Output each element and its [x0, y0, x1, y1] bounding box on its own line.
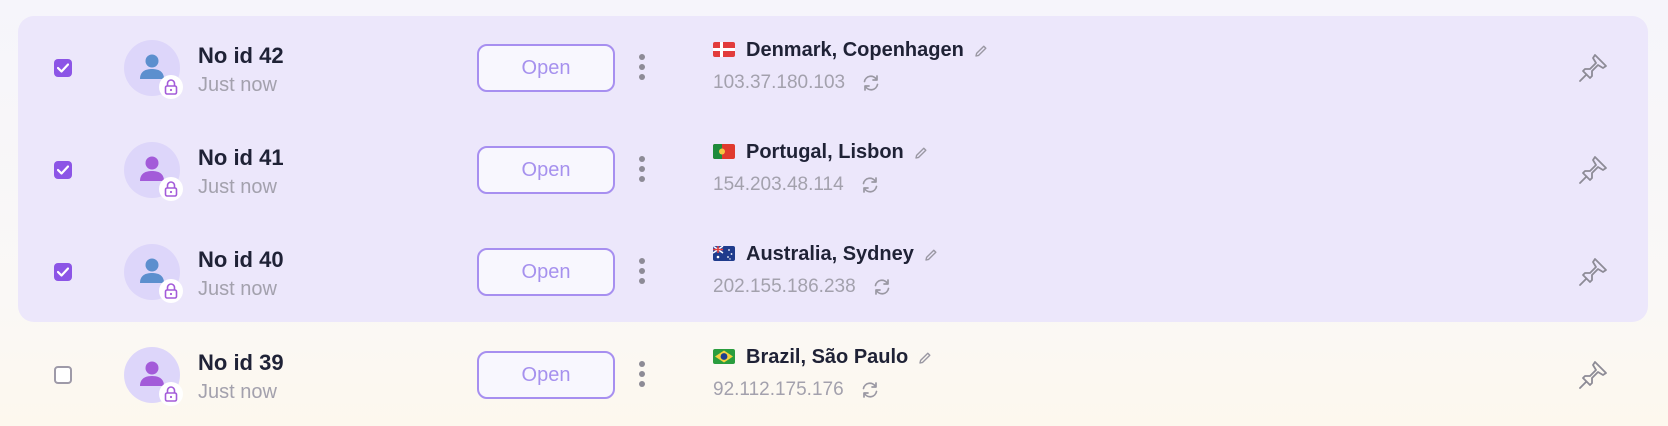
location-text: Portugal, Lisbon: [746, 141, 904, 163]
profile-last-active: Just now: [198, 381, 277, 403]
pin-icon[interactable]: [1576, 358, 1610, 392]
location-label: Brazil, São Paulo: [746, 346, 932, 369]
portugal-flag-icon: [713, 144, 735, 159]
profile-last-active: Just now: [198, 278, 277, 300]
pin-icon[interactable]: [1576, 153, 1610, 187]
more-options-icon[interactable]: [634, 255, 650, 289]
avatar: [124, 244, 183, 303]
edit-icon[interactable]: [924, 248, 938, 262]
ip-address: 103.37.180.103: [713, 72, 881, 94]
more-options-icon[interactable]: [634, 51, 650, 85]
lock-icon: [159, 177, 183, 201]
open-button[interactable]: Open: [477, 146, 615, 194]
row-checkbox[interactable]: [54, 366, 72, 384]
check-icon: [57, 63, 69, 73]
ip-text: 202.155.186.238: [713, 276, 856, 297]
lock-icon: [159, 279, 183, 303]
edit-icon[interactable]: [918, 351, 932, 365]
avatar: [124, 142, 183, 201]
profile-row[interactable]: No id 39 Just now Open Brazil, São Paulo…: [0, 324, 1668, 426]
open-button[interactable]: Open: [477, 44, 615, 92]
profile-last-active: Just now: [198, 74, 277, 96]
row-checkbox[interactable]: [54, 161, 72, 179]
avatar: [124, 347, 183, 406]
ip-address: 202.155.186.238: [713, 276, 892, 298]
location-text: Australia, Sydney: [746, 243, 914, 265]
profile-row[interactable]: No id 42 Just now Open Denmark, Copenhag…: [0, 17, 1668, 119]
check-icon: [57, 165, 69, 175]
location-text: Brazil, São Paulo: [746, 346, 909, 368]
refresh-icon[interactable]: [860, 381, 880, 399]
lock-icon: [159, 75, 183, 99]
denmark-flag-icon: [713, 42, 735, 57]
edit-icon[interactable]: [914, 146, 928, 160]
australia-flag-icon: [713, 246, 735, 261]
refresh-icon[interactable]: [861, 74, 881, 92]
profile-name: No id 41: [198, 145, 284, 170]
profile-row[interactable]: No id 40 Just now Open Australia, Sydney…: [0, 221, 1668, 323]
ip-text: 92.112.175.176: [713, 379, 844, 400]
row-checkbox[interactable]: [54, 59, 72, 77]
brazil-flag-icon: [713, 349, 735, 364]
check-icon: [57, 267, 69, 277]
profile-name: No id 42: [198, 43, 284, 68]
profile-name: No id 40: [198, 247, 284, 272]
more-options-icon[interactable]: [634, 153, 650, 187]
edit-icon[interactable]: [974, 44, 988, 58]
open-button[interactable]: Open: [477, 351, 615, 399]
more-options-icon[interactable]: [634, 358, 650, 392]
row-checkbox[interactable]: [54, 263, 72, 281]
ip-text: 154.203.48.114: [713, 174, 844, 195]
ip-address: 92.112.175.176: [713, 379, 880, 401]
refresh-icon[interactable]: [872, 278, 892, 296]
refresh-icon[interactable]: [860, 176, 880, 194]
location-label: Denmark, Copenhagen: [746, 39, 988, 62]
open-button[interactable]: Open: [477, 248, 615, 296]
profile-name: No id 39: [198, 350, 284, 375]
lock-icon: [159, 382, 183, 406]
avatar: [124, 40, 183, 99]
location-label: Australia, Sydney: [746, 243, 938, 266]
pin-icon[interactable]: [1576, 51, 1610, 85]
pin-icon[interactable]: [1576, 255, 1610, 289]
profile-last-active: Just now: [198, 176, 277, 198]
profile-row[interactable]: No id 41 Just now Open Portugal, Lisbon …: [0, 119, 1668, 221]
ip-text: 103.37.180.103: [713, 72, 846, 93]
location-label: Portugal, Lisbon: [746, 141, 928, 164]
profile-list: No id 42 Just now Open Denmark, Copenhag…: [0, 0, 1668, 426]
location-text: Denmark, Copenhagen: [746, 39, 964, 61]
ip-address: 154.203.48.114: [713, 174, 880, 196]
